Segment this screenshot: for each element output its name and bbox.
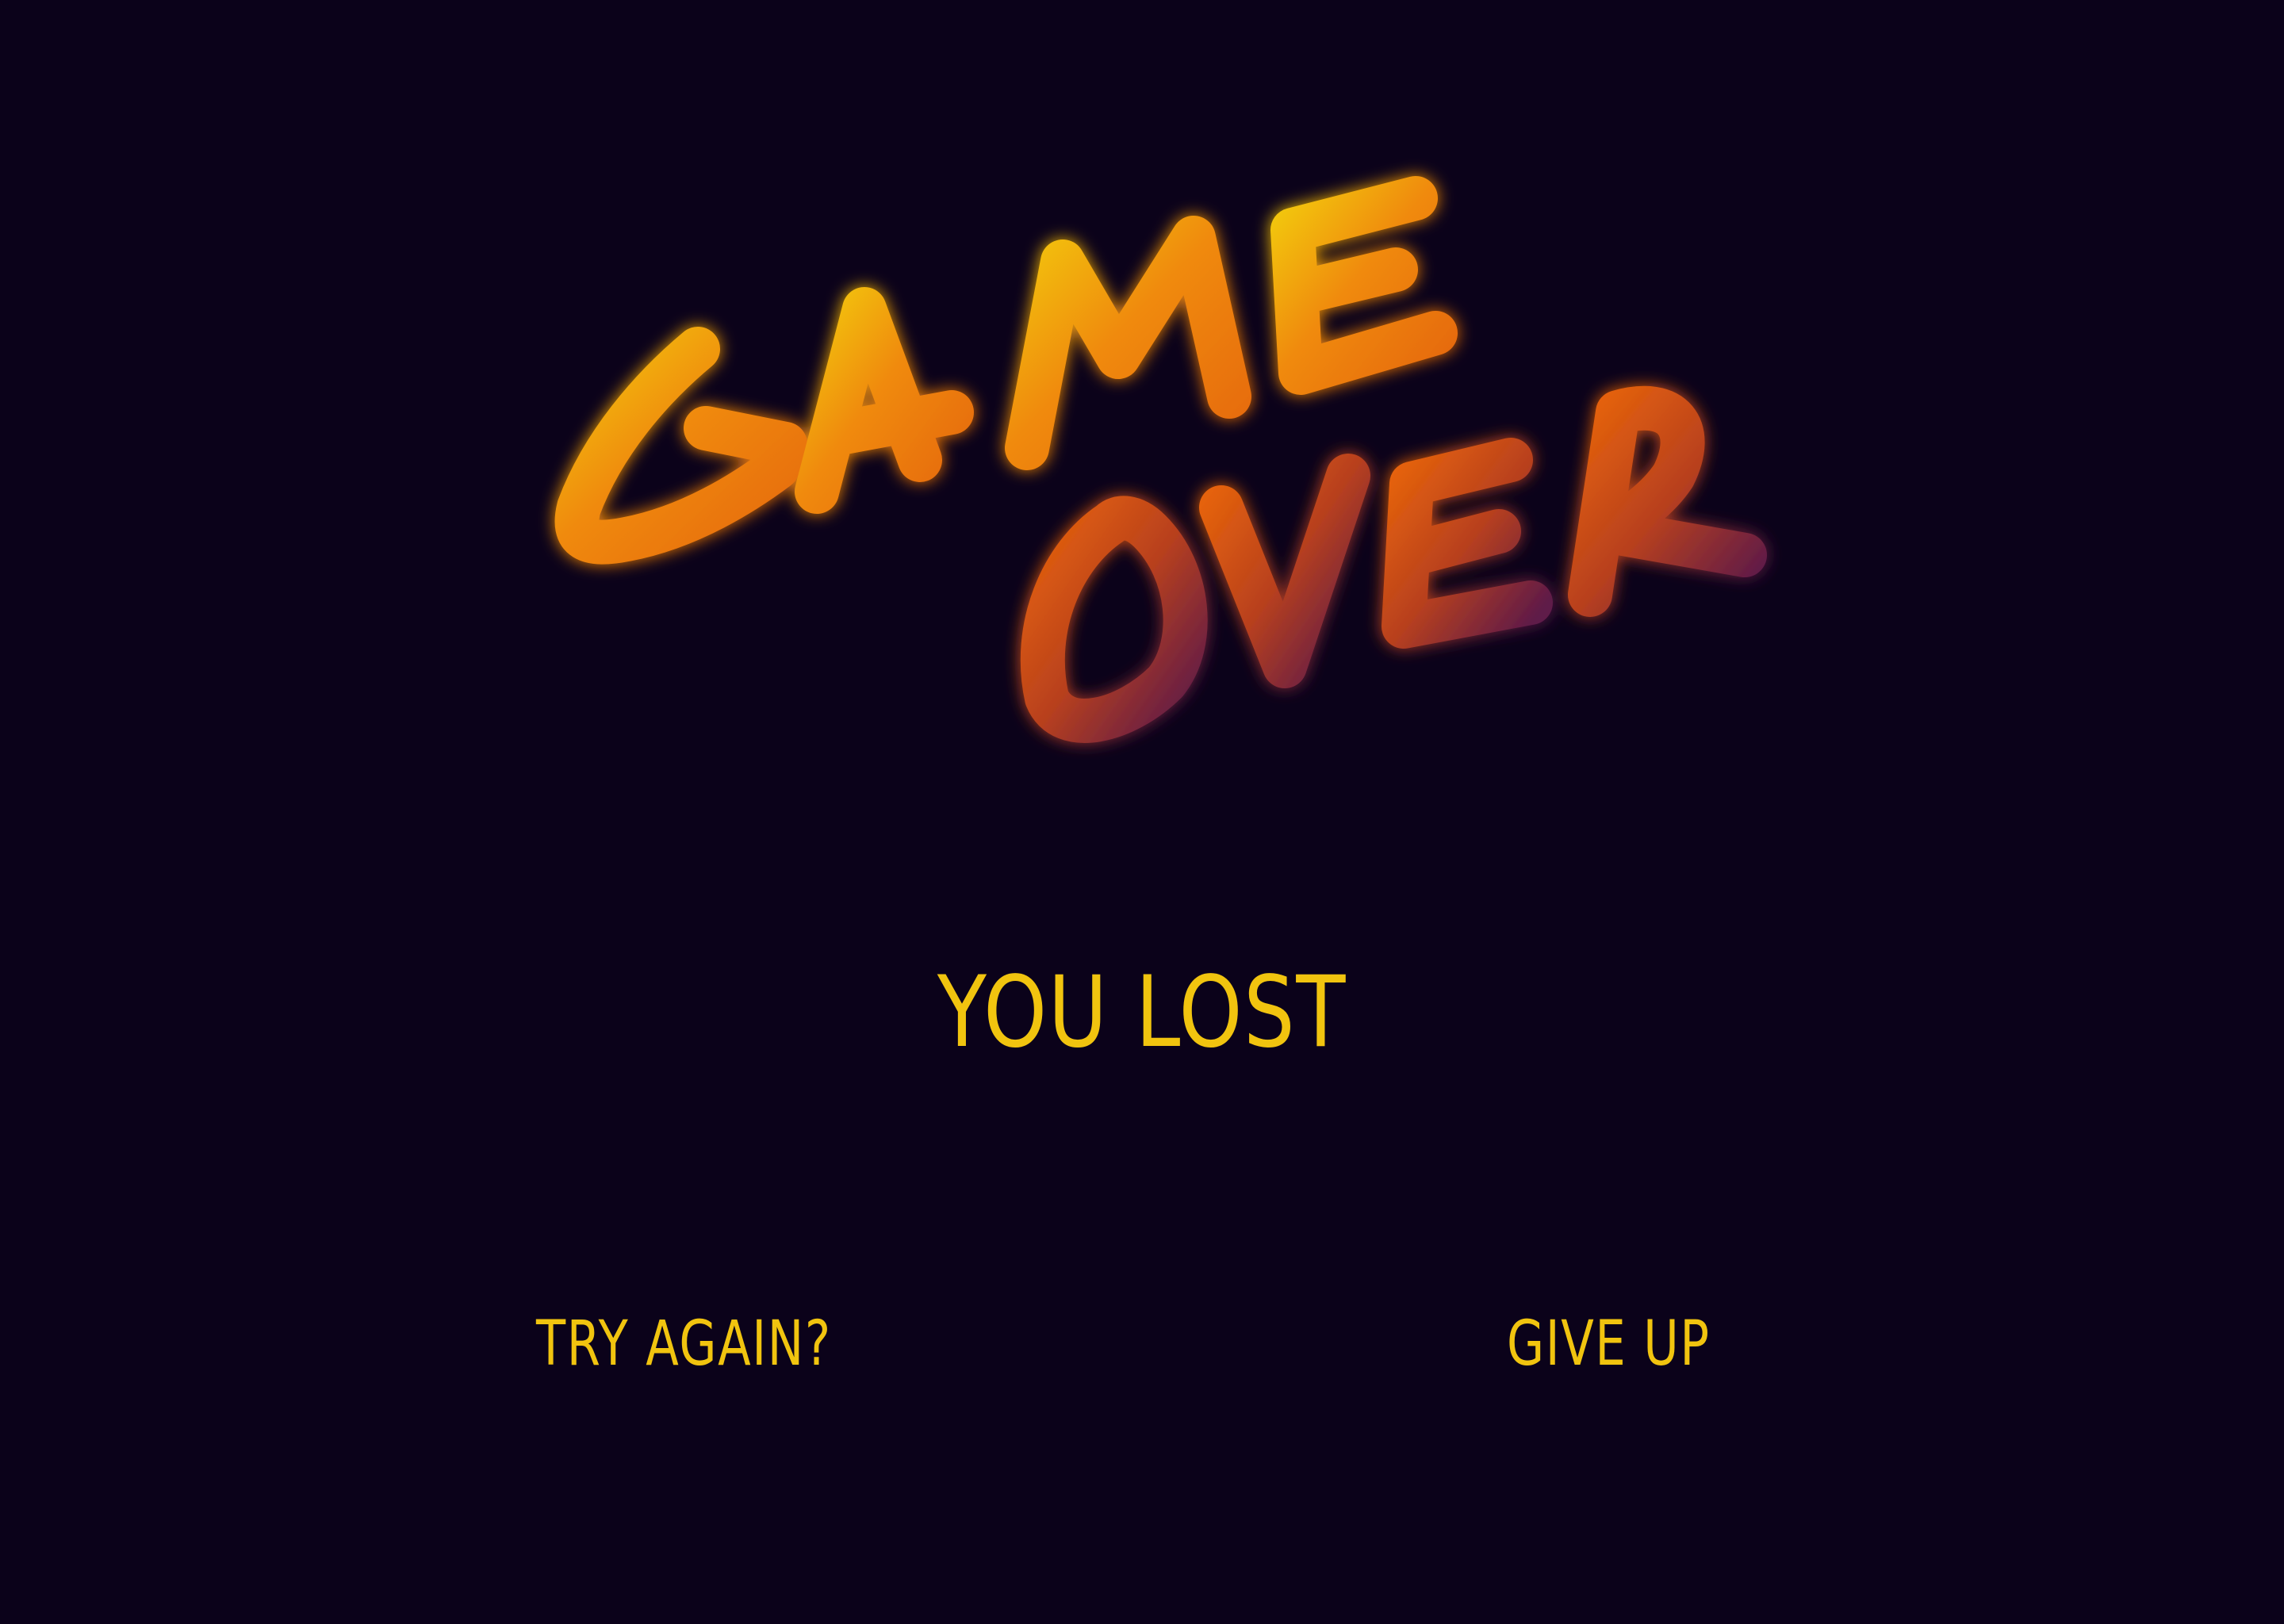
letter-r [1568,385,1767,617]
title-word-over [1020,385,1767,743]
letter-e [1270,176,1458,395]
give-up-button[interactable]: GIVE UP [1507,1308,1711,1380]
try-again-button[interactable]: TRY AGAIN? [536,1308,832,1380]
title-word-game [554,176,1458,565]
letter-m [1005,216,1251,470]
letter-a [795,287,974,514]
game-over-screen: YOU LOST TRY AGAIN? GIVE UP [0,0,2284,1624]
letter-g [554,327,807,565]
letter-o [1020,496,1208,743]
letter-v [1199,454,1370,688]
status-message: YOU LOST [937,956,1347,1070]
letter-e-2 [1382,438,1553,649]
game-over-title [0,0,2284,833]
